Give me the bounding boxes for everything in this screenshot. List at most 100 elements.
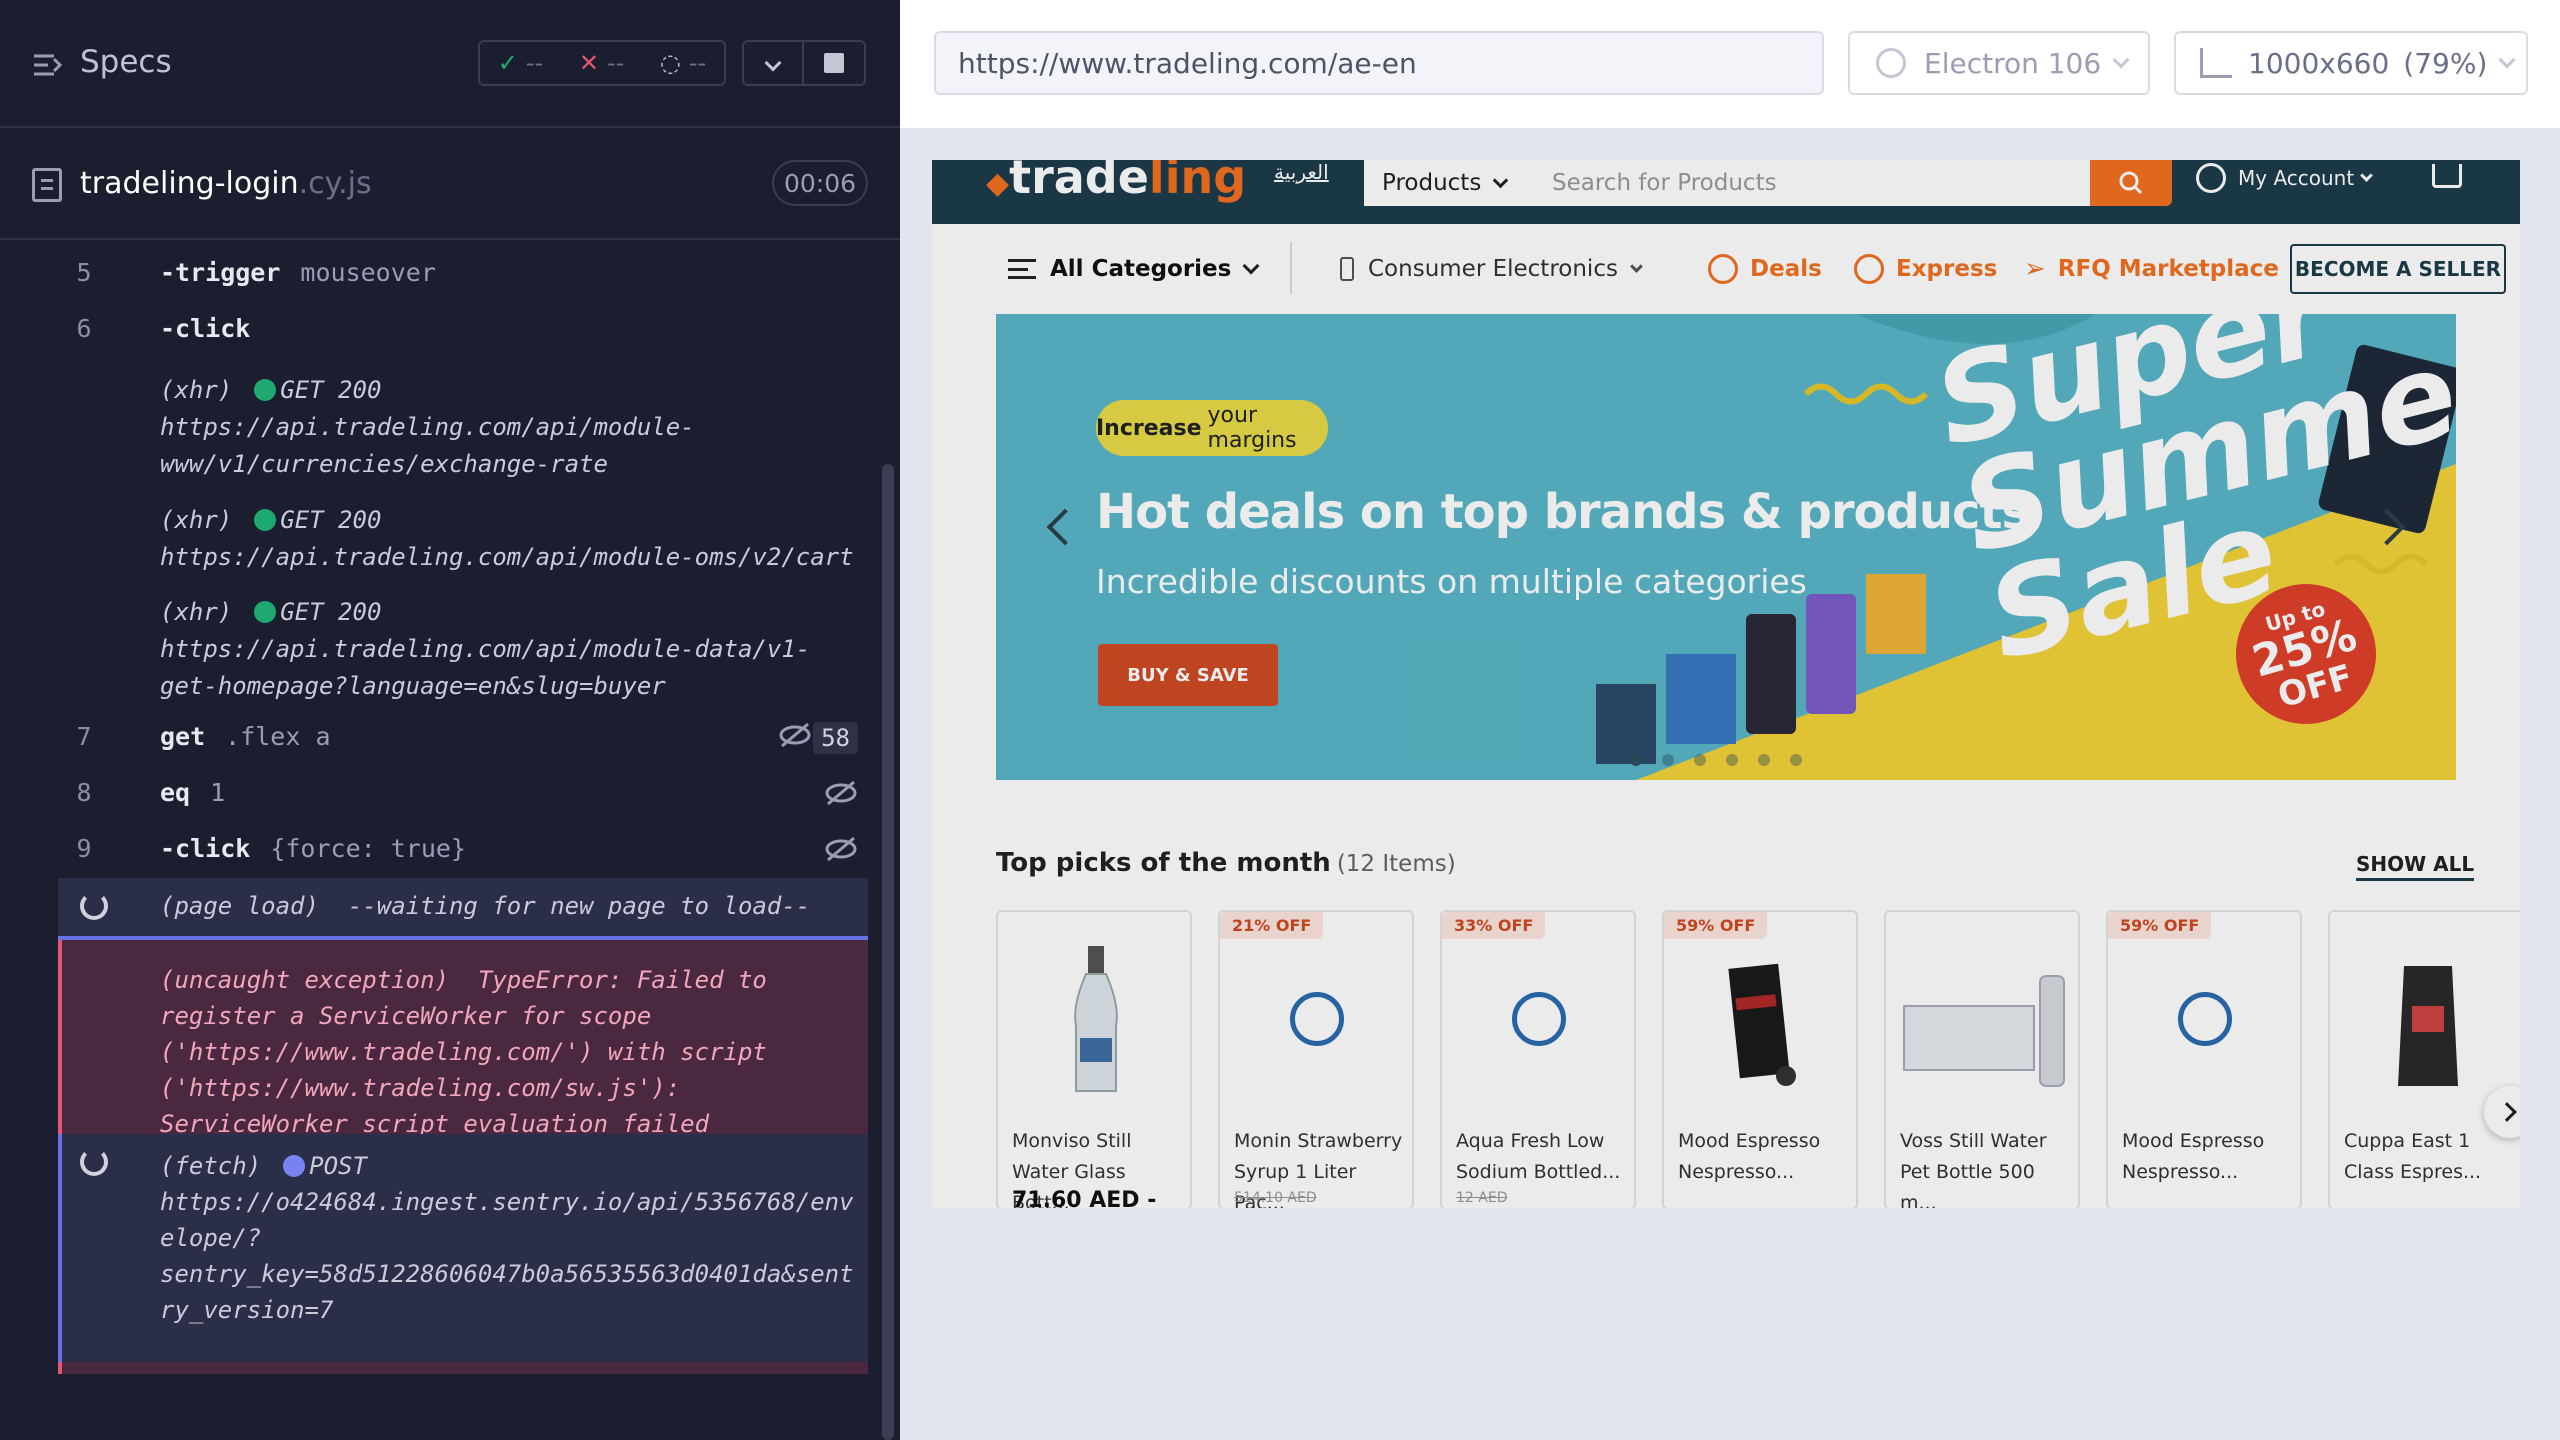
carousel-dots <box>1630 754 1802 766</box>
promo-banner[interactable]: Increase your margins Hot deals on top br… <box>996 314 2456 780</box>
rfq-marketplace-link[interactable]: ➢ RFQ Marketplace <box>2024 224 2279 314</box>
product-card[interactable]: 33% OFF Aqua Fresh Low Sodium Bottled...… <box>1440 910 1636 1208</box>
command-number: 8 <box>76 778 92 807</box>
command-name: -trigger <box>160 258 281 287</box>
send-icon: ➢ <box>2024 254 2046 284</box>
discount-badge: 59% OFF <box>2108 912 2212 939</box>
status-dot-icon <box>254 509 277 531</box>
carousel-dot[interactable] <box>1726 754 1738 766</box>
tradeling-logo[interactable]: ◆tradeling <box>986 160 1246 204</box>
product-card[interactable]: 21% OFF Monin Strawberry Syrup 1 Liter P… <box>1218 910 1414 1208</box>
browser-selector[interactable]: Electron 106 <box>1848 31 2150 95</box>
loading-spinner-icon <box>2178 992 2232 1046</box>
failed-count: ✕ -- <box>578 49 625 77</box>
chevron-down-icon <box>1630 259 1643 273</box>
xhr-method: GET 200 <box>280 598 382 626</box>
account-menu[interactable]: My Account <box>2196 160 2374 196</box>
command-name: get <box>160 722 206 751</box>
loading-spinner-icon <box>1290 992 1344 1046</box>
viewport-size[interactable]: 1000x660 (79%) <box>2174 31 2528 95</box>
divider <box>1290 242 1292 294</box>
stop-button[interactable] <box>804 40 866 86</box>
show-all-link[interactable]: SHOW ALL <box>2356 852 2475 881</box>
product-card[interactable]: 59% OFF Mood Espresso Nespresso... <box>1662 910 1858 1208</box>
search-input[interactable]: Search for Products <box>1536 160 2090 206</box>
chevron-down-icon <box>1493 172 1509 188</box>
app-under-test-frame: ◆tradeling العربية Products Search for P… <box>932 160 2520 1208</box>
spec-file-name[interactable]: tradeling-login.cy.js <box>80 166 372 201</box>
product-card[interactable]: Cuppa East 1 Class Espres... <box>2328 910 2520 1208</box>
passed-count: ✓ -- <box>497 49 544 77</box>
status-dot-icon <box>254 601 277 623</box>
water-bottle-image <box>1074 946 1118 1092</box>
product-card[interactable]: Monviso Still Water Glass Bott... 71.60 … <box>996 910 1192 1208</box>
element-count-badge: 58 <box>813 722 858 754</box>
command-name: -click <box>160 834 251 863</box>
chevron-down-icon <box>764 54 782 72</box>
command-name: -click <box>160 314 251 343</box>
phone-icon <box>1340 257 1354 281</box>
item-count: (12 Items) <box>1336 851 1456 877</box>
loading-spinner-icon <box>80 892 108 920</box>
xhr-url: https://api.tradeling.com/api/module-oms… <box>160 543 854 571</box>
product-name: Cuppa East 1 Class Espres... <box>2344 1130 2482 1183</box>
check-icon: ✓ <box>497 49 518 77</box>
product-name: Aqua Fresh Low Sodium Bottled... <box>1456 1130 1621 1183</box>
section-title: Top picks of the month (12 Items) <box>996 848 1456 878</box>
consumer-electronics-menu[interactable]: Consumer Electronics <box>1340 224 1643 314</box>
all-categories-menu[interactable]: All Categories <box>1008 224 1260 314</box>
product-price: 71.60 AED - <box>1012 1188 1157 1208</box>
url-bar[interactable]: https://www.tradeling.com/ae-en <box>934 31 1824 95</box>
app-preview-panel: https://www.tradeling.com/ae-en Electron… <box>900 0 2560 1440</box>
test-stats: ✓ -- ✕ -- ◌ -- <box>478 40 726 86</box>
buy-save-button[interactable]: BUY & SAVE <box>1098 644 1278 706</box>
hidden-eye-icon <box>825 780 857 806</box>
product-name: Voss Still Water Pet Bottle 500 m... <box>1900 1130 2047 1208</box>
collapse-button[interactable] <box>742 40 804 86</box>
pending-icon: ◌ <box>659 49 681 77</box>
carousel-dot[interactable] <box>1630 754 1642 766</box>
products-dropdown[interactable]: Products <box>1364 160 1536 206</box>
fetch-type: (fetch) <box>160 1152 262 1180</box>
discount-badge: 21% OFF <box>1220 912 1324 939</box>
express-link[interactable]: Express <box>1854 224 1997 314</box>
carousel-dot[interactable] <box>1790 754 1802 766</box>
loading-spinner-icon <box>1512 992 1566 1046</box>
x-icon: ✕ <box>578 49 599 77</box>
menu-icon <box>1008 259 1036 279</box>
old-price: 514.10 AED <box>1234 1190 1317 1206</box>
cart-icon[interactable] <box>2432 164 2462 188</box>
search-button[interactable] <box>2090 160 2172 206</box>
carousel-dot[interactable] <box>1758 754 1770 766</box>
site-header: ◆tradeling العربية Products Search for P… <box>932 160 2520 224</box>
fetch-url: https://o424684.ingest.sentry.io/api/535… <box>160 1188 854 1324</box>
discount-badge: 33% OFF <box>1442 912 1546 939</box>
log-scrollbar[interactable] <box>882 464 894 1440</box>
specs-list-icon[interactable] <box>32 50 64 80</box>
carousel-dot[interactable] <box>1662 754 1674 766</box>
language-link[interactable]: العربية <box>1274 160 1329 184</box>
search-icon <box>2119 171 2143 195</box>
ruler-icon <box>2200 48 2232 78</box>
command-arg: mouseover <box>300 258 436 287</box>
carousel-dot[interactable] <box>1694 754 1706 766</box>
document-icon <box>32 168 62 202</box>
coffee-box-image <box>1728 963 1796 1086</box>
product-card[interactable]: Voss Still Water Pet Bottle 500 m... <box>1884 910 2080 1208</box>
deals-link[interactable]: Deals <box>1708 224 1822 314</box>
electron-icon <box>1876 48 1906 78</box>
command-number: 7 <box>76 722 92 751</box>
status-dot-icon <box>254 379 277 401</box>
voss-water-image <box>1903 975 2065 1087</box>
command-log: 5 -trigger mouseover 6 -click (xhr) GET 20… <box>0 242 900 1374</box>
banner-tag: Increase your margins <box>1096 400 1328 456</box>
become-seller-button[interactable]: BECOME A SELLER <box>2290 244 2506 294</box>
page-load-row[interactable]: (page load) --waiting for new page to lo… <box>58 878 868 940</box>
viewport-dimensions: 1000x660 <box>2248 46 2390 80</box>
coffee-bag-image <box>2398 966 2458 1086</box>
fetch-row[interactable]: (fetch) POST https://o424684.ingest.sentr… <box>58 1134 868 1362</box>
specs-title[interactable]: Specs <box>80 44 172 80</box>
product-card[interactable]: 59% OFF Mood Espresso Nespresso... <box>2106 910 2302 1208</box>
xhr-row[interactable]: (xhr) GET 200 https://api.tradeling.com/a… <box>58 372 868 478</box>
chevron-down-icon <box>2360 168 2374 182</box>
